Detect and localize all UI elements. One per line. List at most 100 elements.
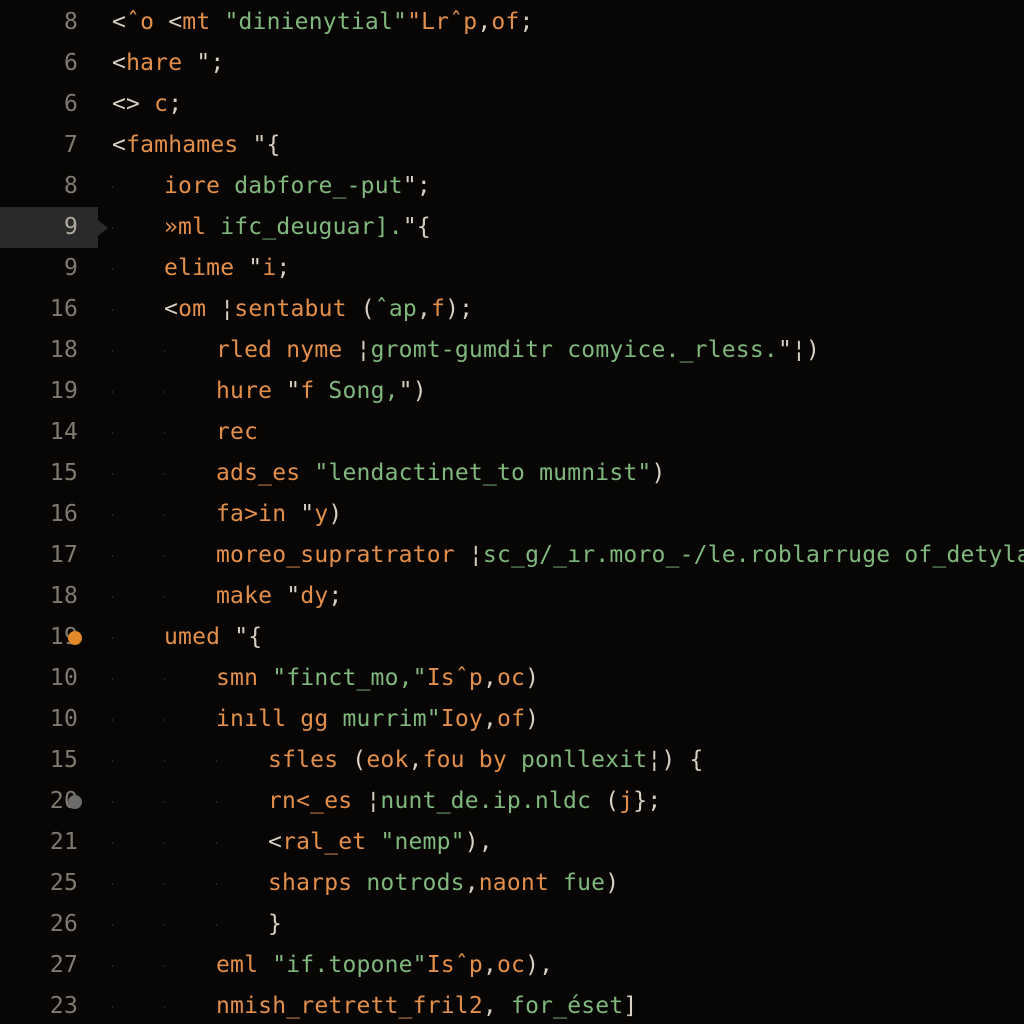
code-line[interactable]: rled nyme ¦gromt-gumditr comyice._rless.… [98,330,1024,371]
code-line[interactable]: sharps notrods,naont fue) [98,863,1024,904]
line-number[interactable]: 18 [0,330,98,371]
token: famhames [126,125,252,166]
token: <> [112,84,154,125]
token: Isˆp [427,945,483,986]
token: eml [216,945,272,986]
token: " [286,371,300,412]
token: , [483,699,497,740]
line-number-text: 10 [50,658,78,699]
line-number[interactable]: 21 [0,822,98,863]
token: make [216,576,286,617]
token: smn [216,658,272,699]
token: < [268,822,282,863]
line-number-text: 6 [64,84,78,125]
code-line[interactable]: inıll gg murrim"Ioy,of) [98,699,1024,740]
token: "if.topone" [272,945,427,986]
token: notrods [366,863,464,904]
line-number[interactable]: 8 [0,166,98,207]
line-number[interactable]: 10 [0,658,98,699]
line-number[interactable]: 16 [0,289,98,330]
code-line[interactable]: elime "i; [98,248,1024,289]
token: for_éset [511,986,623,1024]
line-number[interactable]: 19 [0,617,98,658]
line-number[interactable]: 25 [0,863,98,904]
line-number[interactable]: 26 [0,904,98,945]
line-number-gutter[interactable]: 8667899161819141516171819101015202125262… [0,0,98,1024]
breakpoint-active-icon[interactable] [68,631,82,645]
line-number[interactable]: 14 [0,412,98,453]
token: ( [605,781,619,822]
code-line[interactable]: ads_es "lendactinet_to mumnist") [98,453,1024,494]
token: of [491,2,519,43]
code-line[interactable]: sfles (eok,fou by ponllexit¦) { [98,740,1024,781]
line-number-text: 9 [64,207,78,248]
line-number[interactable]: 18 [0,576,98,617]
code-line[interactable]: make "dy; [98,576,1024,617]
line-number-text: 15 [50,453,78,494]
token: < [168,2,182,43]
breakpoint-inactive-icon[interactable] [68,795,82,809]
code-line[interactable]: <ral_et "nemp"), [98,822,1024,863]
line-number[interactable]: 9 [0,207,98,248]
line-number[interactable]: 23 [0,986,98,1024]
code-line[interactable]: rn<_es ¦nunt_de.ip.nldc (j}; [98,781,1024,822]
code-line[interactable]: umed "{ [98,617,1024,658]
code-line[interactable]: nmish_retrett_fril2, for_éset] [98,986,1024,1024]
line-number[interactable]: 27 [0,945,98,986]
code-line[interactable]: rec [98,412,1024,453]
code-line[interactable]: } [98,904,1024,945]
token: ( [352,740,366,781]
line-number[interactable]: 16 [0,494,98,535]
token: murrim" [342,699,440,740]
token: ; [276,248,290,289]
code-editor[interactable]: 8667899161819141516171819101015202125262… [0,0,1024,1024]
line-number[interactable]: 20 [0,781,98,822]
line-number[interactable]: 15 [0,740,98,781]
line-number[interactable]: 8 [0,2,98,43]
token: " [300,494,314,535]
token: eok [366,740,408,781]
token: oc [497,945,525,986]
code-line[interactable]: <> c; [98,84,1024,125]
token: ) [328,494,342,535]
code-line[interactable]: <ˆo <mt "dinienytial""Lrˆp,of; [98,2,1024,43]
code-line[interactable]: smn "finct_mo,"Isˆp,oc) [98,658,1024,699]
line-number[interactable]: 9 [0,248,98,289]
code-line[interactable]: <hare "; [98,43,1024,84]
line-number[interactable]: 17 [0,535,98,576]
code-line[interactable]: hure "f Song,") [98,371,1024,412]
token: sc_g/_ır.moro_-/le.roblarruge of_detylat [483,535,1024,576]
token: ˆap [375,289,417,330]
token: of [497,699,525,740]
token: ; [519,2,533,43]
token: moreo_supratrator [216,535,469,576]
code-line[interactable]: <om ¦sentabut (ˆap,f); [98,289,1024,330]
code-line[interactable]: <famhames "{ [98,125,1024,166]
token: ( [361,289,375,330]
line-number[interactable]: 19 [0,371,98,412]
token: ¦ [366,781,380,822]
code-line[interactable]: moreo_supratrator ¦sc_g/_ır.moro_-/le.ro… [98,535,1024,576]
code-line[interactable]: iore dabfore_-put"; [98,166,1024,207]
token: i [262,248,276,289]
code-line[interactable]: fa>in "y) [98,494,1024,535]
token: "{ [403,207,431,248]
line-number[interactable]: 6 [0,43,98,84]
token: , [465,863,479,904]
line-number[interactable]: 6 [0,84,98,125]
line-number[interactable]: 15 [0,453,98,494]
line-number[interactable]: 10 [0,699,98,740]
token: , [483,945,497,986]
token: "Lrˆp [407,2,477,43]
token: "finct_mo," [272,658,427,699]
token: iore [164,166,234,207]
line-number-text: 21 [50,822,78,863]
code-line[interactable]: eml "if.topone"Isˆp,oc), [98,945,1024,986]
token: " [248,248,262,289]
code-area[interactable]: <ˆo <mt "dinienytial""Lrˆp,of;<hare ";<>… [98,0,1024,1024]
token: by [479,740,521,781]
token: j [619,781,633,822]
token: nmish_retrett_fril2 [216,986,483,1024]
code-line[interactable]: »ml ifc_deuguar]."{ [98,207,1024,248]
line-number[interactable]: 7 [0,125,98,166]
